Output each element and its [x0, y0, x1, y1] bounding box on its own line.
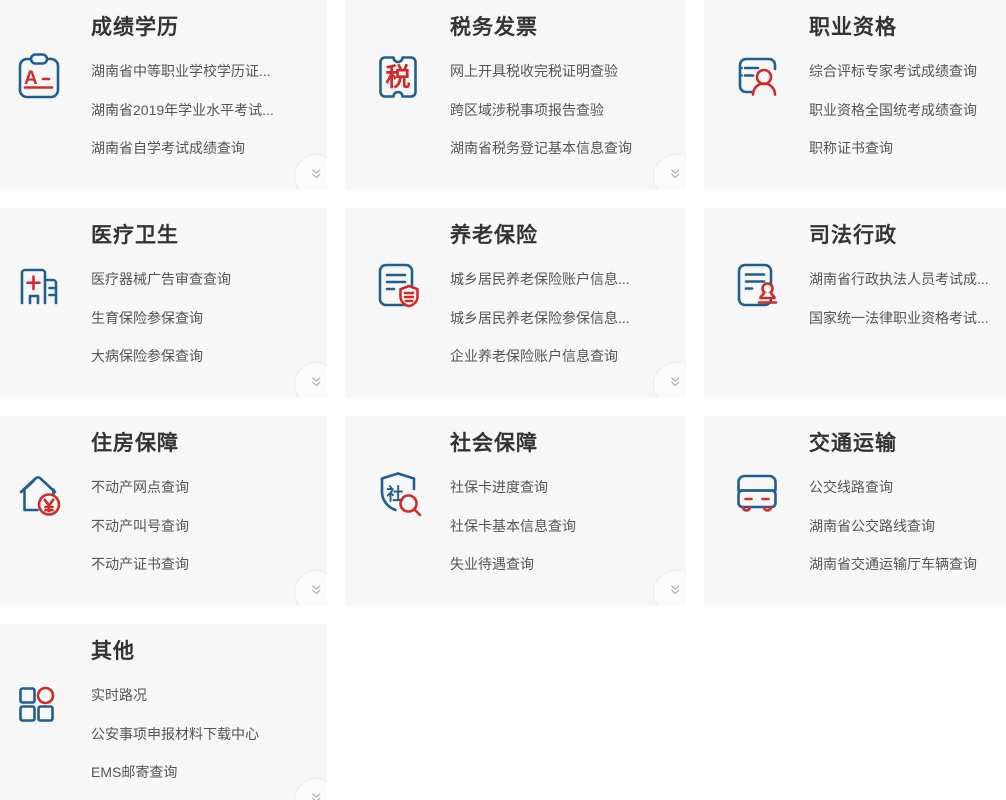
chevron-double-down-icon: »: [305, 791, 327, 800]
chevron-double-down-icon: »: [664, 375, 686, 387]
qualification-person-icon: [731, 51, 783, 103]
service-link-list: 公交线路查询 湖南省公交路线查询 湖南省交通运输厅车辆查询: [809, 468, 1006, 584]
card-tax-invoice: 税 税务发票 网上开具税收完税证明查验 跨区域涉税事项报告查验 湖南省税务登记基本信…: [345, 0, 686, 190]
service-link-list: 城乡居民养老保险账户信息... 城乡居民养老保险参保信息... 企业养老保险账户信息…: [450, 260, 676, 376]
service-link[interactable]: 大病保险参保查询: [91, 337, 317, 376]
chevron-double-down-icon: »: [305, 167, 327, 179]
service-link[interactable]: 湖南省税务登记基本信息查询: [450, 129, 676, 168]
service-link[interactable]: 不动产网点查询: [91, 468, 317, 507]
chevron-double-down-icon: »: [664, 167, 686, 179]
service-link[interactable]: 实时路况: [91, 676, 317, 715]
service-link-list: 医疗器械广告审查查询 生育保险参保查询 大病保险参保查询: [91, 260, 317, 376]
card-judicial-administration: 司法行政 湖南省行政执法人员考试成...国家统一法律职业资格考试... »: [704, 208, 1006, 398]
service-link[interactable]: 医疗器械广告审查查询: [91, 260, 317, 299]
bus-icon: [731, 467, 783, 519]
card-medical-health: 医疗卫生 医疗器械广告审查查询 生育保险参保查询 大病保险参保查询 »: [0, 208, 327, 398]
document-stamp-icon: [731, 259, 783, 311]
card-title: 养老保险: [450, 224, 538, 247]
tax-ticket-icon: 税: [372, 51, 424, 103]
services-board: A 成绩学历 湖南省中等职业学校学历证... 湖南省2019年学业水平考试... 湖…: [0, 0, 1006, 800]
card-title: 司法行政: [809, 224, 897, 247]
service-link[interactable]: 湖南省公交路线查询: [809, 507, 1006, 546]
service-link-list: 实时路况 公安事项申报材料下载中心 EMS邮寄查询: [91, 676, 317, 792]
card-title: 税务发票: [450, 16, 538, 39]
service-link[interactable]: 城乡居民养老保险参保信息...: [450, 299, 676, 338]
service-link-list: 综合评标专家考试成绩查询 职业资格全国统考成绩查询 职称证书查询: [809, 52, 1006, 168]
hospital-cross-icon: [13, 259, 65, 311]
service-link[interactable]: 职业资格全国统考成绩查询: [809, 91, 1006, 130]
shield-magnifier-icon: 社: [372, 467, 424, 519]
house-yuan-icon: [13, 467, 65, 519]
service-link[interactable]: 社保卡基本信息查询: [450, 507, 676, 546]
card-title: 其他: [91, 640, 135, 663]
service-link-list: 不动产网点查询 不动产叫号查询 不动产证书查询: [91, 468, 317, 584]
service-link[interactable]: 跨区域涉税事项报告查验: [450, 91, 676, 130]
card-other: 其他 实时路况 公安事项申报材料下载中心 EMS邮寄查询 »: [0, 624, 327, 800]
service-link-list: 网上开具税收完税证明查验 跨区域涉税事项报告查验 湖南省税务登记基本信息查询: [450, 52, 676, 168]
card-title: 交通运输: [809, 432, 897, 455]
service-link[interactable]: 湖南省自学考试成绩查询: [91, 129, 317, 168]
service-link[interactable]: 湖南省交通运输厅车辆查询: [809, 545, 1006, 584]
service-link[interactable]: 不动产证书查询: [91, 545, 317, 584]
service-link[interactable]: 公安事项申报材料下载中心: [91, 715, 317, 754]
service-link[interactable]: 不动产叫号查询: [91, 507, 317, 546]
service-link[interactable]: 生育保险参保查询: [91, 299, 317, 338]
document-shield-icon: [372, 259, 424, 311]
service-link[interactable]: 城乡居民养老保险账户信息...: [450, 260, 676, 299]
service-link[interactable]: 湖南省行政执法人员考试成...: [809, 260, 1006, 299]
service-link[interactable]: 失业待遇查询: [450, 545, 676, 584]
clipboard-grade-icon: A: [13, 51, 65, 103]
svg-text:税: 税: [385, 64, 410, 92]
chevron-double-down-icon: »: [664, 583, 686, 595]
service-link[interactable]: 职称证书查询: [809, 129, 1006, 168]
service-link-list: 社保卡进度查询 社保卡基本信息查询 失业待遇查询: [450, 468, 676, 584]
svg-text:A: A: [24, 68, 38, 89]
card-grades-education: A 成绩学历 湖南省中等职业学校学历证... 湖南省2019年学业水平考试... 湖…: [0, 0, 327, 190]
service-link[interactable]: 综合评标专家考试成绩查询: [809, 52, 1006, 91]
card-title: 社会保障: [450, 432, 538, 455]
service-link[interactable]: 国家统一法律职业资格考试...: [809, 299, 1006, 338]
service-link-list: 湖南省行政执法人员考试成... 国家统一法律职业资格考试...: [809, 260, 1006, 337]
service-link[interactable]: 公交线路查询: [809, 468, 1006, 507]
card-pension-insurance: 养老保险 城乡居民养老保险账户信息... 城乡居民养老保险参保信息... 企业养老保…: [345, 208, 686, 398]
service-link[interactable]: 社保卡进度查询: [450, 468, 676, 507]
service-link[interactable]: 企业养老保险账户信息查询: [450, 337, 676, 376]
card-professional-qualification: 职业资格 综合评标专家考试成绩查询职业资格全国统考成绩查询职称证书查询 »: [704, 0, 1006, 190]
service-link-list: 湖南省中等职业学校学历证... 湖南省2019年学业水平考试... 湖南省自学考试成…: [91, 52, 317, 168]
service-link[interactable]: 湖南省中等职业学校学历证...: [91, 52, 317, 91]
card-housing-security: 住房保障 不动产网点查询 不动产叫号查询 不动产证书查询 »: [0, 416, 327, 606]
card-title: 成绩学历: [91, 16, 179, 39]
card-title: 职业资格: [809, 16, 897, 39]
card-title: 医疗卫生: [91, 224, 179, 247]
card-transportation: 交通运输 公交线路查询湖南省公交路线查询湖南省交通运输厅车辆查询 »: [704, 416, 1006, 606]
card-title: 住房保障: [91, 432, 179, 455]
service-link[interactable]: 网上开具税收完税证明查验: [450, 52, 676, 91]
grid-apps-icon: [13, 675, 65, 727]
service-link[interactable]: 湖南省2019年学业水平考试...: [91, 91, 317, 130]
service-link[interactable]: EMS邮寄查询: [91, 753, 317, 792]
card-social-security: 社 社会保障 社保卡进度查询 社保卡基本信息查询 失业待遇查询 »: [345, 416, 686, 606]
chevron-double-down-icon: »: [305, 375, 327, 387]
chevron-double-down-icon: »: [305, 583, 327, 595]
